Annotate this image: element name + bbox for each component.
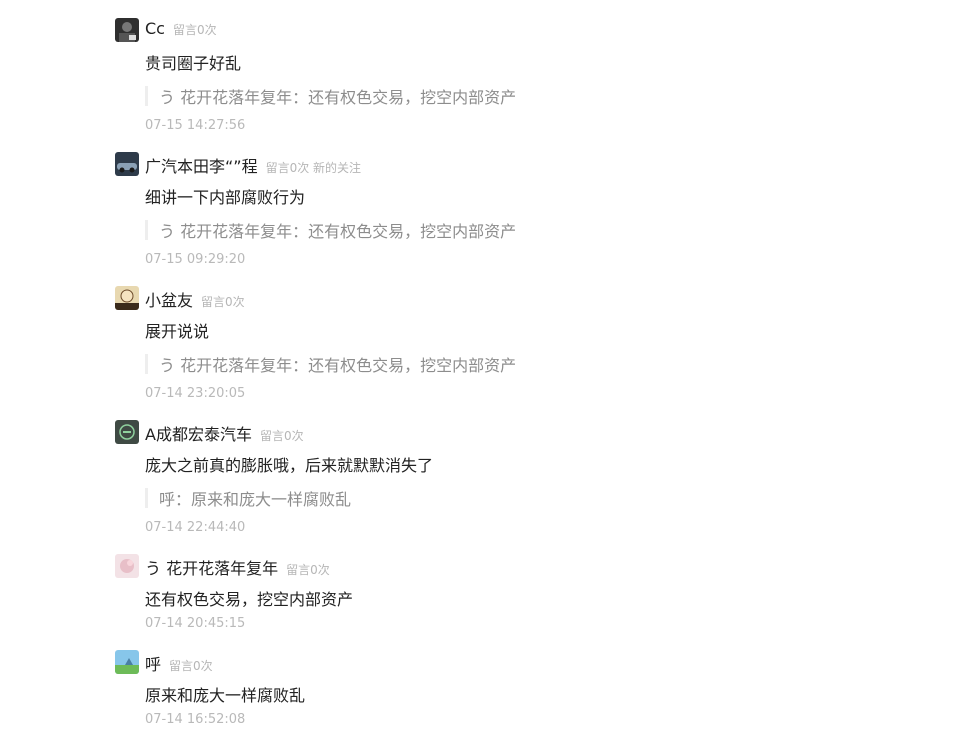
avatar[interactable] <box>115 420 139 444</box>
timestamp: 07-15 09:29:20 <box>145 252 246 267</box>
comment-item: A成都宏泰汽车 留言0次 庞大之前真的膨胀哦，后来就默默消失了 呼：原来和庞大一样… <box>115 418 815 535</box>
comment-header: う 花开花落年复年 留言0次 <box>115 552 815 578</box>
comment-header: 小盆友 留言0次 <box>115 284 815 310</box>
comment-content: 贵司圈子好乱 <box>145 54 242 73</box>
nickname[interactable]: A成都宏泰汽车 留言0次 <box>145 421 304 445</box>
timestamp: 07-15 14:27:56 <box>145 118 246 133</box>
nickname[interactable]: 广汽本田李“”程 留言0次 新的关注 <box>145 153 361 177</box>
timestamp: 07-14 22:44:40 <box>145 520 246 535</box>
avatar[interactable] <box>115 152 139 176</box>
comment-item: う 花开花落年复年 留言0次 还有权色交易，挖空内部资产 07-14 20:45:… <box>115 552 815 631</box>
comment-content: 还有权色交易，挖空内部资产 <box>145 590 354 609</box>
comment-item: 呼留言0次 原来和庞大一样腐败乱 07-14 16:52:08 <box>115 648 815 727</box>
avatar[interactable] <box>115 286 139 310</box>
avatar[interactable] <box>115 554 139 578</box>
timestamp: 07-14 23:20:05 <box>145 386 246 401</box>
comment-item: 广汽本田李“”程 留言0次 新的关注 细讲一下内部腐败行为 う 花开花落年复年：还… <box>115 150 815 267</box>
quoted-reply: う 花开花落年复年：还有权色交易，挖空内部资产 <box>145 218 516 242</box>
comment-item: Cc 留言0次 贵司圈子好乱 う 花开花落年复年：还有权色交易，挖空内部资产 07… <box>115 16 815 133</box>
comment-content: 庞大之前真的膨胀哦，后来就默默消失了 <box>145 456 434 475</box>
nickname[interactable]: Cc 留言0次 <box>145 19 217 38</box>
quoted-reply: う 花开花落年复年：还有权色交易，挖空内部资产 <box>145 84 516 108</box>
nickname[interactable]: 呼留言0次 <box>145 651 213 675</box>
comment-content: 展开说说 <box>145 322 210 341</box>
comment-header: A成都宏泰汽车 留言0次 <box>115 418 815 444</box>
quoted-reply: 呼：原来和庞大一样腐败乱 <box>145 486 351 510</box>
timestamp: 07-14 20:45:15 <box>145 616 246 631</box>
nickname[interactable]: 小盆友 留言0次 <box>145 287 245 311</box>
comment-count: 留言0次 新的关注 <box>265 161 362 175</box>
comment-header: 广汽本田李“”程 留言0次 新的关注 <box>115 150 815 176</box>
timestamp: 07-14 16:52:08 <box>145 712 246 727</box>
nickname[interactable]: う 花开花落年复年 留言0次 <box>145 555 330 579</box>
comment-count: 留言0次 <box>286 563 330 577</box>
comment-content: 细讲一下内部腐败行为 <box>145 188 306 207</box>
avatar[interactable] <box>115 18 139 42</box>
comment-item: 小盆友 留言0次 展开说说 う 花开花落年复年：还有权色交易，挖空内部资产 07-… <box>115 284 815 401</box>
quoted-reply: う 花开花落年复年：还有权色交易，挖空内部资产 <box>145 352 516 376</box>
comment-header: 呼留言0次 <box>115 648 815 674</box>
comment-content: 原来和庞大一样腐败乱 <box>145 686 306 705</box>
avatar[interactable] <box>115 650 139 674</box>
comment-count: 留言0次 <box>169 659 213 673</box>
comment-count: 留言0次 <box>259 429 304 443</box>
comment-count: 留言0次 <box>201 295 245 309</box>
comment-header: Cc 留言0次 <box>115 16 815 42</box>
comment-count: 留言0次 <box>172 23 217 37</box>
